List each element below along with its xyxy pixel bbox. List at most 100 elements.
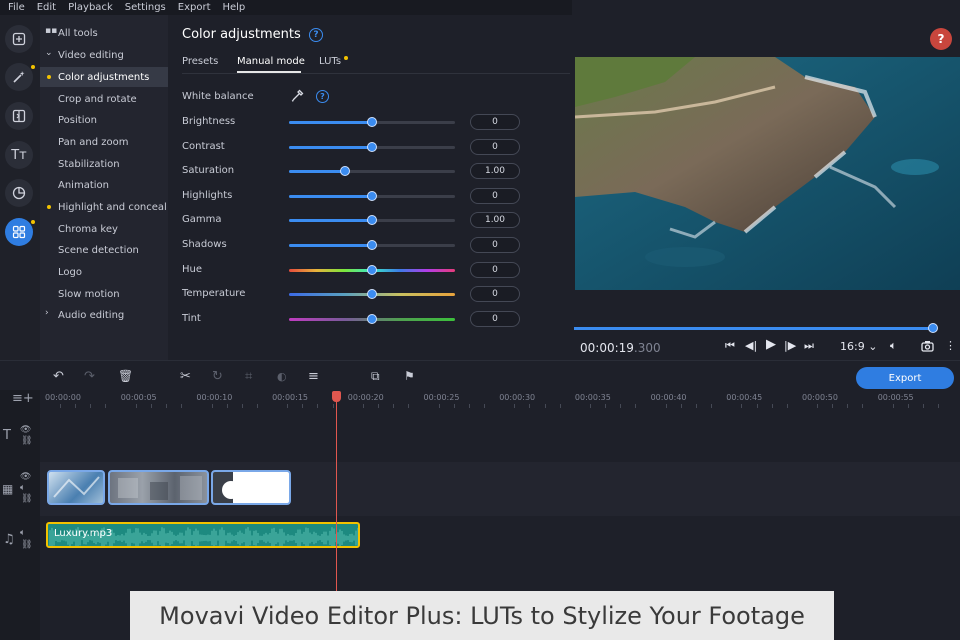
tool-scene-detection[interactable]: Scene detection — [40, 240, 168, 260]
brightness-slider[interactable] — [289, 117, 455, 127]
brightness-slider-handle[interactable] — [367, 117, 377, 127]
tool-logo[interactable]: Logo — [40, 262, 168, 282]
camera-icon[interactable] — [921, 340, 934, 352]
link-icon[interactable]: ⛓︎ — [21, 494, 32, 504]
add-track-icon[interactable]: ≡+ — [12, 391, 34, 406]
temperature-slider[interactable] — [289, 289, 455, 300]
import-files-button[interactable] — [5, 25, 33, 53]
tab-presets[interactable]: Presets — [182, 56, 218, 67]
hue-value-field[interactable]: 0 — [470, 261, 520, 278]
tool-crop-and-rotate[interactable]: Crop and rotate — [40, 89, 168, 109]
shadows-slider[interactable] — [289, 240, 455, 250]
next-frame-icon[interactable]: |▶ — [784, 339, 796, 352]
white-balance-help-icon[interactable]: ? — [316, 90, 329, 103]
hue-slider-handle[interactable] — [367, 264, 377, 275]
saturation-slider[interactable] — [289, 166, 455, 177]
tool-position[interactable]: Position — [40, 110, 168, 130]
marker-icon[interactable]: ⚑ — [404, 369, 415, 383]
transitions-button[interactable] — [5, 102, 33, 130]
volume-icon[interactable]: 🔈︎ — [890, 339, 897, 353]
timeline-ruler[interactable]: 00:00:00 00:00:05 00:00:10 00:00:15 00:00:20… — [40, 390, 960, 410]
tool-stabilization[interactable]: Stabilization — [40, 154, 168, 174]
link-icon[interactable]: ⛓︎ — [21, 436, 32, 446]
gamma-slider[interactable] — [289, 215, 455, 226]
crop-icon[interactable]: ⌗ — [245, 369, 252, 384]
volume-icon[interactable]: 🔈︎ — [20, 483, 25, 493]
help-icon[interactable]: ? — [309, 28, 323, 42]
hue-slider[interactable] — [289, 264, 455, 275]
redo-icon[interactable]: ↷ — [84, 369, 95, 384]
skip-to-start-icon[interactable]: ⏮ — [725, 339, 735, 353]
ruler-tick-label: 00:00:55 — [877, 393, 914, 402]
volume-icon[interactable]: 🔈︎ — [20, 528, 25, 538]
overlay-icon[interactable]: ⧉ — [371, 369, 380, 384]
tool-audio-editing[interactable]: › Audio editing — [40, 305, 168, 325]
contrast-slider-handle[interactable] — [367, 141, 377, 152]
rotate-icon[interactable]: ↻ — [212, 369, 223, 384]
contrast-value-field[interactable]: 0 — [470, 138, 520, 155]
play-icon[interactable]: ▶ — [766, 337, 776, 352]
export-button[interactable]: Export — [856, 367, 954, 389]
gamma-value-field[interactable]: 1.00 — [470, 212, 520, 229]
tint-slider-handle[interactable] — [367, 313, 377, 324]
color-adjust-icon[interactable]: ◐ — [277, 370, 287, 383]
aspect-ratio-select[interactable]: 16:9 ⌄ — [840, 340, 877, 353]
tool-color-adjustments[interactable]: Color adjustments — [40, 67, 168, 87]
tab-manual-mode[interactable]: Manual mode — [237, 56, 305, 67]
delete-icon[interactable]: 🗑︎ — [118, 369, 133, 383]
preview-scrubber-handle[interactable] — [928, 323, 938, 333]
temperature-value-field[interactable]: 0 — [470, 286, 520, 303]
title-track[interactable] — [40, 410, 960, 462]
previous-frame-icon[interactable]: ◀| — [745, 339, 757, 352]
video-clip[interactable] — [211, 470, 291, 505]
video-preview[interactable] — [575, 57, 960, 290]
tint-value-field[interactable]: 0 — [470, 310, 520, 327]
titles-button[interactable]: Tт — [5, 141, 33, 169]
more-tools-button[interactable] — [5, 218, 35, 246]
link-icon[interactable]: ⛓︎ — [21, 540, 32, 550]
contrast-slider[interactable] — [289, 141, 455, 152]
video-clip[interactable] — [47, 470, 105, 505]
eye-icon[interactable]: 👁︎ — [20, 425, 31, 435]
tool-pan-and-zoom[interactable]: Pan and zoom — [40, 132, 168, 152]
tool-slow-motion[interactable]: Slow motion — [40, 284, 168, 304]
menu-help[interactable]: Help — [222, 2, 245, 13]
menu-edit[interactable]: Edit — [37, 2, 56, 13]
eyedropper-icon[interactable] — [290, 89, 304, 103]
tool-video-editing[interactable]: ⌄ Video editing — [40, 45, 168, 65]
undo-icon[interactable]: ↶ — [53, 369, 64, 384]
menu-playback[interactable]: Playback — [68, 2, 113, 13]
menu-file[interactable]: File — [8, 2, 25, 13]
playhead-handle[interactable] — [332, 391, 341, 402]
highlights-slider-handle[interactable] — [367, 190, 377, 201]
preview-progress-bar[interactable] — [574, 327, 932, 330]
tint-slider[interactable] — [289, 313, 455, 324]
brightness-value-field[interactable]: 0 — [470, 114, 520, 130]
saturation-value-field[interactable]: 1.00 — [470, 163, 520, 180]
clip-properties-icon[interactable]: ≡ — [308, 369, 319, 384]
tab-luts[interactable]: LUTs — [319, 56, 341, 67]
filters-button[interactable] — [5, 63, 35, 91]
saturation-slider-handle[interactable] — [340, 166, 351, 177]
more-options-icon[interactable]: ⋮ — [945, 339, 956, 352]
shadows-slider-handle[interactable] — [367, 240, 377, 250]
highlights-value-field[interactable]: 0 — [470, 187, 520, 204]
cut-icon[interactable]: ✂ — [180, 369, 191, 384]
audio-clip[interactable]: Luxury.mp3 — [46, 522, 360, 548]
tool-all-tools[interactable]: ▪▪ All tools — [40, 23, 168, 43]
ruler-tick-label: 00:00:35 — [574, 393, 611, 402]
shadows-value-field[interactable]: 0 — [470, 237, 520, 253]
tool-chroma-key[interactable]: Chroma key — [40, 219, 168, 239]
eye-icon[interactable]: 👁︎ — [20, 472, 31, 482]
temperature-slider-handle[interactable] — [367, 289, 377, 300]
skip-to-end-icon[interactable]: ⏭ — [804, 339, 814, 353]
tool-highlight-and-conceal[interactable]: Highlight and conceal — [40, 197, 168, 217]
highlights-slider[interactable] — [289, 190, 455, 201]
menu-export[interactable]: Export — [178, 2, 211, 13]
stickers-button[interactable] — [5, 179, 33, 207]
video-clip[interactable] — [108, 470, 209, 505]
gamma-slider-handle[interactable] — [367, 215, 377, 226]
help-button[interactable]: ? — [930, 28, 952, 50]
menu-settings[interactable]: Settings — [125, 2, 166, 13]
tool-animation[interactable]: Animation — [40, 175, 168, 195]
